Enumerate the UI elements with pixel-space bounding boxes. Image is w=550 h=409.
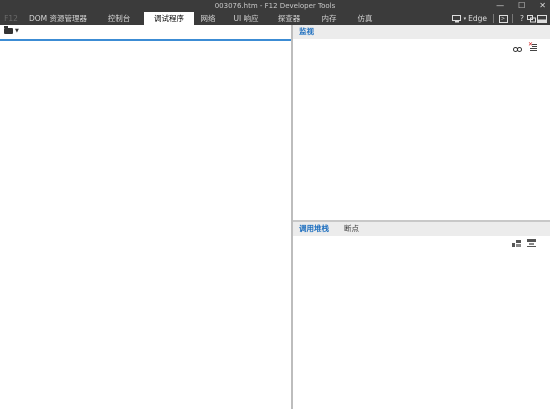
window-title: 003076.htm - F12 Developer Tools: [214, 2, 336, 10]
tab-breakpoints[interactable]: 断点: [344, 222, 359, 236]
tool-tab-bar: F12 DOM 资源管理器 控制台 调试程序 网络 UI 响应 探查器 内存 仿…: [0, 12, 550, 25]
tab-f12: F12: [4, 14, 18, 23]
toolbar-divider: [493, 14, 494, 23]
tab-console[interactable]: 控制台: [100, 12, 138, 25]
watch-pane-header: 监视: [293, 25, 550, 39]
add-watch-icon[interactable]: [513, 44, 522, 52]
tab-profiler[interactable]: 探查器: [272, 12, 306, 25]
tab-ui-responsiveness[interactable]: UI 响应: [228, 12, 264, 25]
tab-debugger[interactable]: 调试程序: [144, 12, 194, 25]
show-native-code-icon[interactable]: [512, 240, 521, 248]
help-button[interactable]: ?: [517, 14, 527, 23]
open-document-icon[interactable]: [4, 26, 13, 34]
callstack-pane[interactable]: [293, 236, 550, 409]
console-icon[interactable]: >: [498, 14, 508, 23]
tab-dom-explorer[interactable]: DOM 资源管理器: [26, 12, 90, 25]
watch-pane-title: 监视: [299, 27, 314, 36]
window-controls: — ☐ ✕: [496, 0, 546, 12]
watch-pane[interactable]: ✕: [293, 39, 550, 220]
show-library-frames-icon[interactable]: [527, 239, 536, 247]
toolbar-divider: [512, 14, 513, 23]
dock-icon[interactable]: [537, 14, 547, 23]
tab-memory[interactable]: 内存: [316, 12, 342, 25]
close-button[interactable]: ✕: [539, 0, 546, 12]
title-bar: 003076.htm - F12 Developer Tools — ☐ ✕: [0, 0, 550, 12]
maximize-button[interactable]: ☐: [518, 0, 525, 12]
source-toolbar: ▼: [0, 25, 291, 41]
chevron-down-icon[interactable]: ▾: [464, 16, 467, 22]
monitor-icon[interactable]: [451, 14, 462, 23]
edge-mode-label[interactable]: Edge: [468, 14, 487, 23]
feedback-icon[interactable]: [527, 14, 537, 23]
tab-emulation[interactable]: 仿真: [352, 12, 378, 25]
minimize-button[interactable]: —: [496, 0, 504, 12]
tab-network[interactable]: 网络: [196, 12, 220, 25]
toolbar-right: ▾ Edge > ?: [451, 12, 550, 25]
tab-callstack[interactable]: 调用堆栈: [299, 222, 329, 236]
callstack-pane-header: 调用堆栈 断点: [293, 222, 550, 236]
chevron-down-icon[interactable]: ▼: [15, 28, 19, 34]
delete-all-watches-icon[interactable]: ✕: [528, 42, 537, 51]
